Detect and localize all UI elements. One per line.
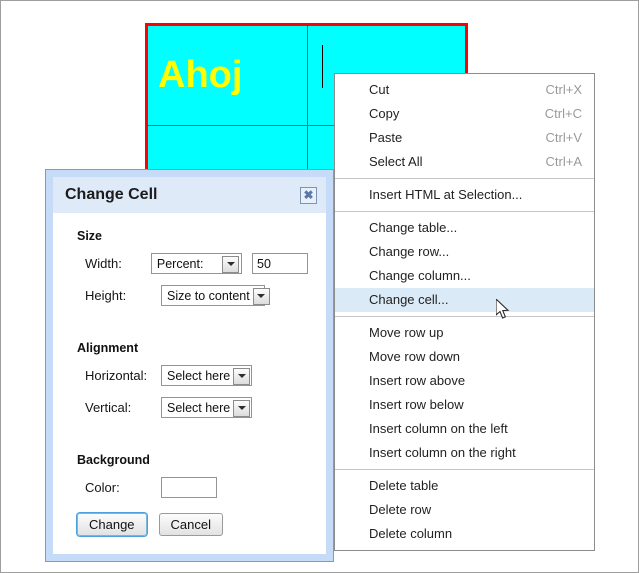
menu-group-delete: Delete table Delete row Delete column [335, 474, 594, 546]
menu-item-label: Insert column on the left [369, 421, 508, 436]
vertical-select[interactable]: Select here [161, 397, 252, 418]
dialog-titlebar: Change Cell ✖ [53, 177, 326, 213]
color-input[interactable] [161, 477, 217, 498]
change-button[interactable]: Change [77, 513, 147, 536]
height-select[interactable]: Size to content [161, 285, 270, 306]
menu-item-delete-column[interactable]: Delete column [335, 522, 594, 546]
cancel-button[interactable]: Cancel [158, 513, 224, 536]
cell-text: Ahoj [158, 54, 243, 96]
page-root: Ahoj Cut Ctrl+X Copy Ctrl+C Paste Ctrl+V… [0, 0, 639, 573]
height-field-row: Height: Size to content [85, 285, 308, 306]
menu-item-change-cell[interactable]: Change cell... [335, 288, 594, 312]
alignment-section-title: Alignment [77, 341, 139, 355]
menu-separator [335, 178, 594, 179]
menu-item-change-row[interactable]: Change row... [335, 240, 594, 264]
menu-item-change-column[interactable]: Change column... [335, 264, 594, 288]
context-menu[interactable]: Cut Ctrl+X Copy Ctrl+C Paste Ctrl+V Sele… [334, 73, 595, 551]
horizontal-select-value: Select here [167, 368, 231, 383]
menu-group-clipboard: Cut Ctrl+X Copy Ctrl+C Paste Ctrl+V Sele… [335, 78, 594, 174]
menu-item-insert-column-on-the-left[interactable]: Insert column on the left [335, 417, 594, 441]
menu-item-label: Change column... [369, 268, 471, 283]
close-icon[interactable]: ✖ [300, 186, 317, 204]
vertical-label: Vertical: [85, 400, 132, 415]
horizontal-select[interactable]: Select here [161, 365, 252, 386]
width-value-input[interactable] [252, 253, 308, 274]
menu-group-insert-html: Insert HTML at Selection... [335, 183, 594, 207]
menu-item-label: Delete row [369, 502, 432, 517]
menu-group-change: Change table... Change row... Change col… [335, 216, 594, 312]
menu-separator [335, 316, 594, 317]
width-select-value: Percent: [156, 256, 204, 271]
menu-item-accel: Ctrl+X [545, 82, 582, 97]
menu-item-label: Insert row above [369, 373, 466, 388]
background-section-title: Background [77, 453, 150, 467]
menu-item-select-all[interactable]: Select All Ctrl+A [335, 150, 594, 174]
menu-item-label: Change table... [369, 220, 458, 235]
menu-item-label: Select All [369, 154, 423, 169]
menu-item-accel: Ctrl+V [545, 130, 582, 145]
menu-item-delete-table[interactable]: Delete table [335, 474, 594, 498]
color-field-row: Color: [85, 477, 308, 498]
dialog-title: Change Cell [65, 186, 158, 203]
width-select[interactable]: Percent: [150, 253, 242, 274]
vertical-field-row: Vertical: Select here [85, 397, 308, 418]
table-cell[interactable]: Ahoj [148, 26, 307, 125]
menu-item-insert-row-below[interactable]: Insert row below [335, 393, 594, 417]
menu-item-label: Delete column [369, 526, 453, 541]
chevron-down-icon [252, 287, 270, 305]
menu-item-label: Move row up [369, 325, 444, 340]
menu-item-label: Insert column on the right [369, 445, 516, 460]
menu-item-accel: Ctrl+A [545, 154, 582, 169]
menu-item-paste[interactable]: Paste Ctrl+V [335, 126, 594, 150]
menu-item-move-row-up[interactable]: Move row up [335, 321, 594, 345]
menu-item-label: Cut [369, 82, 390, 97]
size-section-title: Size [77, 229, 103, 243]
menu-item-move-row-down[interactable]: Move row down [335, 345, 594, 369]
menu-item-label: Insert HTML at Selection... [369, 187, 523, 202]
menu-item-label: Delete table [369, 478, 439, 493]
menu-item-label: Copy [369, 106, 400, 121]
height-select-value: Size to content [167, 288, 250, 303]
text-caret [322, 45, 323, 88]
menu-item-cut[interactable]: Cut Ctrl+X [335, 78, 594, 102]
chevron-down-icon [233, 367, 251, 385]
width-field-row: Width: Percent: [85, 253, 308, 274]
menu-separator [335, 211, 594, 212]
vertical-select-value: Select here [167, 400, 231, 415]
change-cell-dialog: Change Cell ✖ Size Width: Percent: Heigh… [45, 169, 334, 562]
menu-item-insert-row-above[interactable]: Insert row above [335, 369, 594, 393]
menu-group-move-insert: Move row up Move row down Insert row abo… [335, 321, 594, 465]
dialog-body: Size Width: Percent: Height: Size to con… [53, 213, 326, 554]
menu-item-label: Change cell... [369, 292, 449, 307]
menu-item-accel: Ctrl+C [544, 106, 582, 121]
menu-item-label: Insert row below [369, 397, 464, 412]
chevron-down-icon [222, 255, 239, 273]
menu-item-label: Change row... [369, 244, 450, 259]
chevron-down-icon [233, 399, 251, 417]
width-label: Width: [85, 256, 122, 271]
color-label: Color: [85, 480, 120, 495]
menu-item-insert-html-at-selection[interactable]: Insert HTML at Selection... [335, 183, 594, 207]
horizontal-label: Horizontal: [85, 368, 148, 383]
menu-item-insert-column-on-the-right[interactable]: Insert column on the right [335, 441, 594, 465]
menu-item-copy[interactable]: Copy Ctrl+C [335, 102, 594, 126]
dialog-buttons: Change Cancel [77, 513, 224, 536]
menu-item-label: Move row down [369, 349, 461, 364]
menu-item-label: Paste [369, 130, 403, 145]
horizontal-field-row: Horizontal: Select here [85, 365, 308, 386]
menu-item-delete-row[interactable]: Delete row [335, 498, 594, 522]
menu-item-change-table[interactable]: Change table... [335, 216, 594, 240]
height-label: Height: [85, 288, 127, 303]
menu-separator [335, 469, 594, 470]
